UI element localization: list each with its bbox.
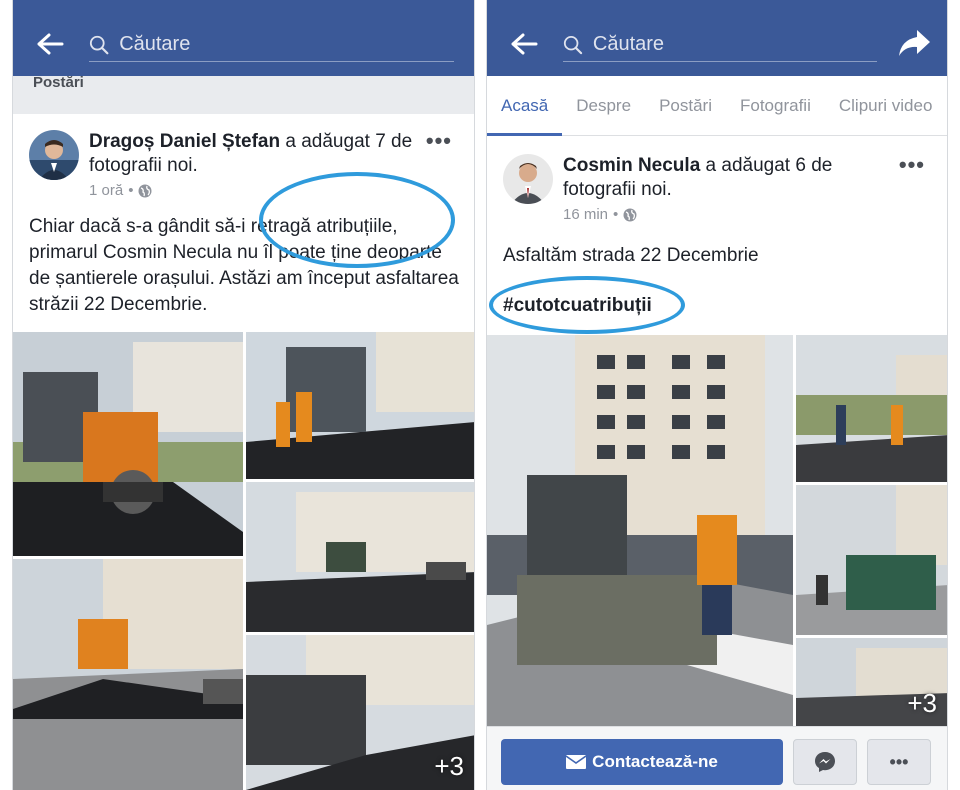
search-input[interactable] <box>119 33 454 56</box>
search-field[interactable] <box>89 28 454 62</box>
search-bar <box>13 12 474 76</box>
tab-photos[interactable]: Fotografii <box>726 76 825 136</box>
search-icon <box>563 35 583 54</box>
tab-home[interactable]: Acasă <box>487 76 563 136</box>
post-photo[interactable]: +3 <box>246 635 474 790</box>
post-photo[interactable]: +3 <box>796 638 947 727</box>
status-bar <box>13 0 474 12</box>
tab-about[interactable]: Despre <box>562 76 645 136</box>
search-field[interactable] <box>563 28 877 62</box>
tab-posts[interactable]: Postări <box>645 76 726 136</box>
search-icon <box>89 35 109 54</box>
hashtag-link[interactable]: #cutotcuatribuții <box>503 295 652 317</box>
post-photo[interactable] <box>13 332 243 556</box>
post-photo[interactable] <box>796 335 947 482</box>
section-header: Postări <box>13 74 474 106</box>
post-header: Dragoș Daniel Ștefan a adăugat 7 de foto… <box>13 114 474 202</box>
meta-separator: • <box>613 206 619 223</box>
contact-button-label: Contactează-ne <box>592 752 718 771</box>
post-photo[interactable] <box>246 332 474 479</box>
status-bar <box>487 0 947 12</box>
post-title: Cosmin Necula a adăugat 6 de fotografii … <box>563 154 883 202</box>
post-header: Cosmin Necula a adăugat 6 de fotografii … <box>487 146 947 234</box>
more-actions-button[interactable]: ••• <box>867 739 931 785</box>
avatar[interactable] <box>29 130 79 180</box>
post-time[interactable]: 1 oră <box>89 182 123 199</box>
post-photo[interactable] <box>246 482 474 632</box>
more-options-icon[interactable]: ••• <box>426 128 452 154</box>
share-icon[interactable] <box>897 28 931 58</box>
author-name[interactable]: Dragoș Daniel Ștefan <box>89 131 280 152</box>
more-options-icon[interactable]: ••• <box>899 152 925 178</box>
author-name[interactable]: Cosmin Necula <box>563 155 700 176</box>
page-action-bar: Contactează-ne ••• <box>487 726 947 790</box>
post-photo[interactable] <box>487 335 793 727</box>
globe-icon <box>138 184 152 197</box>
left-screenshot: Postări Dragoș Daniel Ștefan a adăugat 7… <box>12 0 475 790</box>
post-meta: 1 oră • <box>89 182 152 199</box>
back-arrow-icon[interactable] <box>509 32 539 56</box>
meta-separator: • <box>128 182 134 199</box>
search-bar <box>487 12 947 76</box>
more-photos-count: +3 <box>907 688 937 718</box>
messenger-icon <box>815 752 835 772</box>
search-input[interactable] <box>592 33 877 56</box>
post-text: Asfaltăm strada 22 Decembrie <box>503 245 759 266</box>
post-title: Dragoș Daniel Ștefan a adăugat 7 de foto… <box>89 130 429 178</box>
right-screenshot: Acasă Despre Postări Fotografii Clipuri … <box>486 0 948 790</box>
post-photo[interactable] <box>13 559 243 790</box>
envelope-icon <box>566 755 587 769</box>
tab-videos[interactable]: Clipuri video <box>825 76 947 136</box>
contact-button[interactable]: Contactează-ne <box>501 739 783 785</box>
messenger-button[interactable] <box>793 739 857 785</box>
post-meta: 16 min • <box>563 206 637 223</box>
more-photos-count: +3 <box>434 751 464 781</box>
post-time[interactable]: 16 min <box>563 206 608 223</box>
back-arrow-icon[interactable] <box>35 32 65 56</box>
avatar[interactable] <box>503 154 553 204</box>
globe-icon <box>623 208 637 221</box>
post-text: Chiar dacă s-a gândit să-i retragă atrib… <box>29 216 459 315</box>
post-photo[interactable] <box>796 485 947 635</box>
page-tabs: Acasă Despre Postări Fotografii Clipuri … <box>487 76 947 136</box>
section-title: Postări <box>33 74 84 91</box>
